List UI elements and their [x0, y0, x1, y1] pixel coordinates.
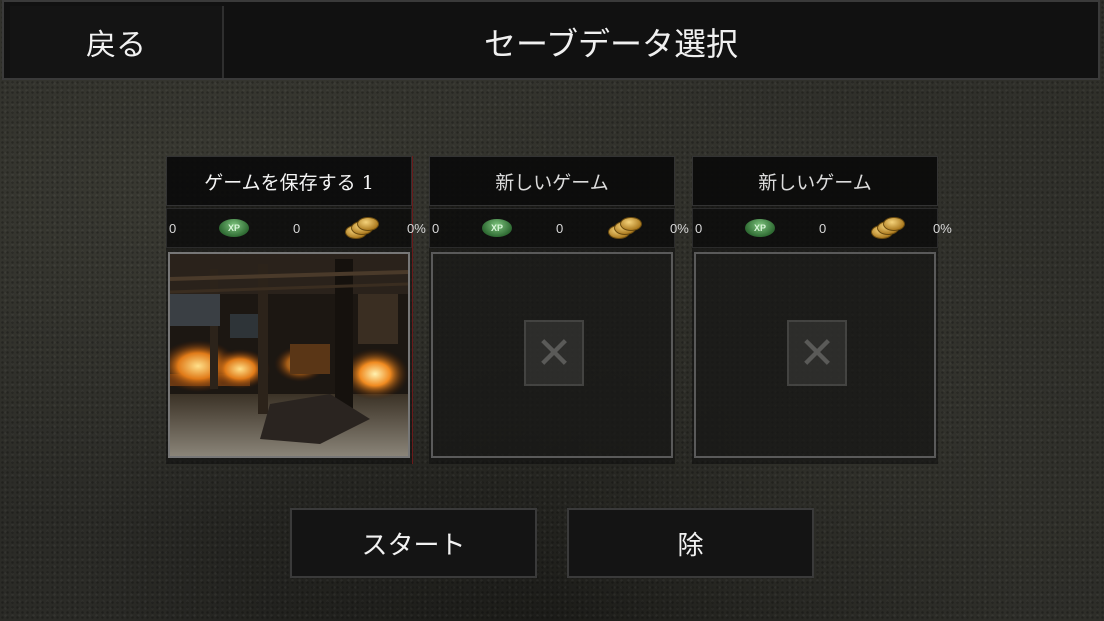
xp-icon: XP [482, 219, 512, 237]
slot-xp-value: 0 [169, 221, 177, 236]
slot-progress-value: 0% [933, 221, 952, 236]
xp-icon: XP [745, 219, 775, 237]
save-slot-1[interactable]: ゲームを保存する 1 0 XP 0 0% [166, 156, 426, 464]
slot-xp-value: 0 [695, 221, 703, 236]
start-button[interactable]: スタート [290, 508, 537, 578]
slot-title: 新しいゲーム [692, 156, 938, 206]
x-mark-icon: ✕ [524, 320, 584, 386]
slot-progress-value: 0% [670, 221, 689, 236]
slot-title: 新しいゲーム [429, 156, 675, 206]
delete-button[interactable]: 除 [567, 508, 814, 578]
x-mark-icon: ✕ [787, 320, 847, 386]
save-slot-3[interactable]: 新しいゲーム 0 XP 0 0% ✕ [692, 156, 952, 464]
coin-stack-icon [608, 217, 642, 239]
coin-stack-icon [871, 217, 905, 239]
slot-xp-value: 0 [432, 221, 440, 236]
slot-stats: 0 XP 0 0% [429, 208, 689, 248]
coin-stack-icon [345, 217, 379, 239]
workshop-scene-thumbnail [170, 254, 408, 456]
slot-title: ゲームを保存する 1 [166, 156, 412, 206]
page-title: セーブデータ選択 [483, 25, 739, 63]
slot-progress-value: 0% [407, 221, 426, 236]
xp-icon: XP [219, 219, 249, 237]
slot-screenshot [168, 252, 410, 458]
slot-stats: 0 XP 0 0% [166, 208, 426, 248]
slot-stats: 0 XP 0 0% [692, 208, 952, 248]
slot-empty-preview: ✕ [694, 252, 936, 458]
slot-coins-value: 0 [819, 221, 827, 236]
slot-coins-value: 0 [293, 221, 301, 236]
save-slot-2[interactable]: 新しいゲーム 0 XP 0 0% ✕ [429, 156, 689, 464]
top-bar: 戻る セーブデータ選択 [2, 0, 1100, 80]
back-button[interactable]: 戻る [10, 6, 224, 78]
slot-empty-preview: ✕ [431, 252, 673, 458]
slot-coins-value: 0 [556, 221, 564, 236]
